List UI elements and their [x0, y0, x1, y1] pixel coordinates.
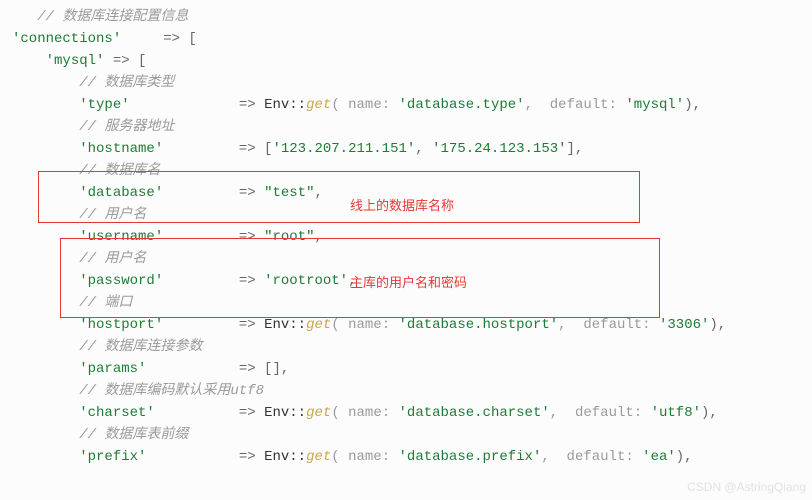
string-key: 'mysql'	[46, 53, 105, 69]
code-line: 'hostname' => ['123.207.211.151', '175.2…	[0, 138, 812, 160]
code-line: 'params' => [],	[0, 358, 812, 380]
string-key: 'params'	[79, 361, 146, 377]
code-line: 'hostport' => Env::get( name: 'database.…	[0, 314, 812, 336]
string-key: 'hostport'	[79, 317, 163, 333]
comment: // 数据库编码默认采用utf8	[79, 383, 264, 399]
string-key: 'database'	[79, 185, 163, 201]
comment: // 数据库名	[79, 163, 160, 179]
string-key: 'type'	[79, 97, 129, 113]
code-line: // 数据库名	[0, 160, 812, 182]
comment: // 数据库类型	[79, 75, 174, 91]
code-line: 'prefix' => Env::get( name: 'database.pr…	[0, 446, 812, 468]
watermark: CSDN @AstringQiang	[687, 476, 806, 498]
comment: // 服务器地址	[79, 119, 174, 135]
string-key: 'hostname'	[79, 141, 163, 157]
string-key: 'connections'	[12, 31, 121, 47]
code-line: 'charset' => Env::get( name: 'database.c…	[0, 402, 812, 424]
comment: // 数据库连接参数	[79, 339, 202, 355]
code-line: // 服务器地址	[0, 116, 812, 138]
annotation-label-database: 线上的数据库名称	[350, 195, 454, 217]
string-key: 'username'	[79, 229, 163, 245]
string-key: 'prefix'	[79, 449, 146, 465]
code-line: // 数据库连接参数	[0, 336, 812, 358]
code-line: 'mysql' => [	[0, 50, 812, 72]
comment: // 数据库表前缀	[79, 427, 188, 443]
code-line: 'connections' => [	[0, 28, 812, 50]
code-editor: // 数据库连接配置信息 'connections' => [ 'mysql' …	[0, 0, 812, 468]
string-key: 'password'	[79, 273, 163, 289]
code-line: // 数据库连接配置信息	[0, 6, 812, 28]
code-line: 'type' => Env::get( name: 'database.type…	[0, 94, 812, 116]
annotation-label-credentials: 主库的用户名和密码	[350, 272, 467, 294]
comment: // 用户名	[79, 251, 146, 267]
code-line: // 数据库表前缀	[0, 424, 812, 446]
code-line: // 端口	[0, 292, 812, 314]
code-line: // 用户名	[0, 248, 812, 270]
string-key: 'charset'	[79, 405, 155, 421]
code-line: // 数据库编码默认采用utf8	[0, 380, 812, 402]
code-line: // 数据库类型	[0, 72, 812, 94]
comment: // 数据库连接配置信息	[37, 9, 188, 25]
code-line: 'username' => "root",	[0, 226, 812, 248]
comment: // 用户名	[79, 207, 146, 223]
comment: // 端口	[79, 295, 132, 311]
